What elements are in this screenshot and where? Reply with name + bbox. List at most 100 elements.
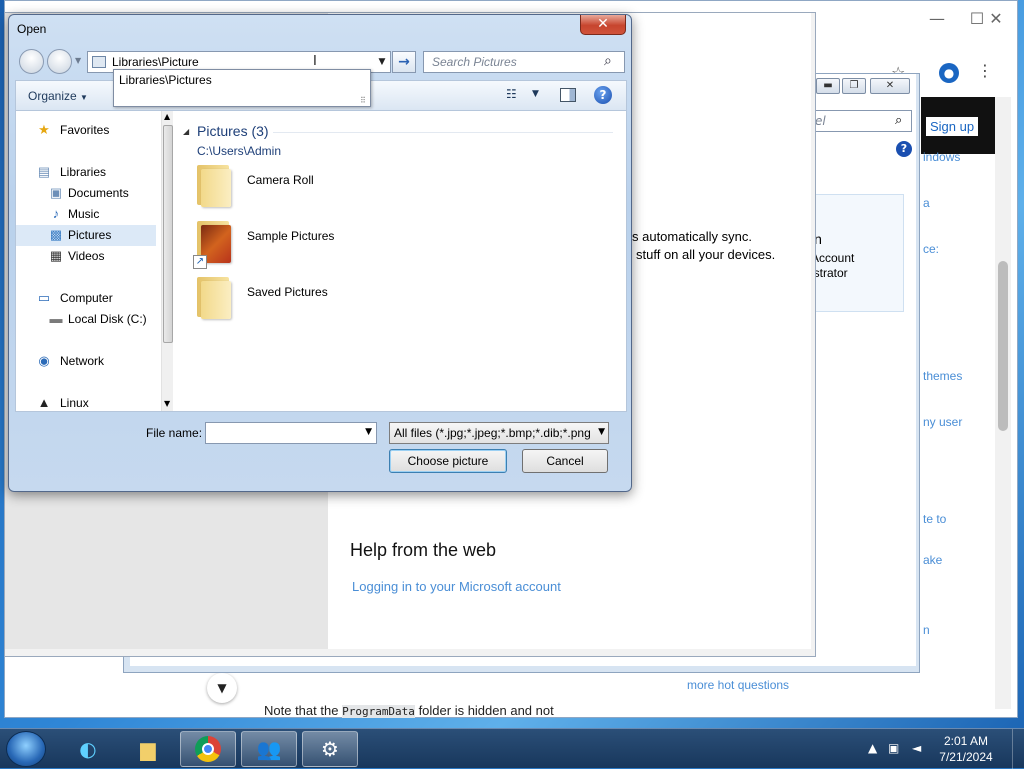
suggestion-item[interactable]: Libraries\Pictures	[119, 73, 212, 87]
nav-scrollbar[interactable]: ▲ ▼	[161, 111, 173, 411]
library-icon	[92, 56, 106, 68]
network-tray-icon[interactable]: ▣	[888, 741, 899, 755]
nav-linux[interactable]: ▲ Linux	[16, 393, 156, 414]
signup-button[interactable]: Sign up	[926, 117, 979, 136]
nav-favorites[interactable]: ★ Favorites	[16, 120, 156, 141]
music-icon: ♪	[52, 206, 60, 221]
scroll-down-icon[interactable]: ▼	[164, 399, 170, 408]
go-button[interactable]: →	[392, 51, 416, 73]
side-link[interactable]: ake	[923, 553, 942, 567]
view-options-icon[interactable]: ☷	[506, 87, 517, 101]
scroll-thumb[interactable]	[163, 125, 173, 343]
linux-icon: ▲	[37, 395, 51, 410]
scroll-up-icon[interactable]: ▲	[164, 112, 170, 121]
resize-grip-icon[interactable]: ⠿	[360, 96, 366, 105]
search-placeholder: Search Pictures	[432, 55, 517, 69]
file-list: ◢ Pictures (3) C:\Users\Admin Camera Rol…	[173, 110, 627, 412]
side-link[interactable]: ny user	[923, 415, 962, 429]
nav-documents[interactable]: ▣ Documents	[16, 183, 156, 204]
search-input[interactable]: Search Pictures ⌕	[423, 51, 625, 73]
cancel-button[interactable]: Cancel	[522, 449, 608, 473]
text-cursor-icon: I	[313, 54, 317, 69]
menu-icon[interactable]: ⋮	[977, 61, 993, 80]
search-icon[interactable]: ⌕	[604, 53, 612, 69]
help-icon[interactable]: ?	[896, 141, 912, 157]
chevron-down-icon[interactable]: ▼	[598, 427, 605, 437]
disk-icon: ▬	[49, 311, 63, 326]
nav-libraries[interactable]: ▤ Libraries	[16, 162, 156, 183]
folder-icon	[195, 163, 233, 207]
address-suggestion[interactable]: Libraries\Pictures ⠿	[113, 69, 371, 107]
help-link[interactable]: Logging in to your Microsoft account	[352, 579, 561, 594]
close-button[interactable]: ✕	[580, 15, 626, 35]
sync-text: s automatically sync.	[632, 229, 752, 244]
documents-icon: ▣	[49, 185, 63, 200]
close-button[interactable]: ✕	[981, 3, 1011, 33]
chevron-down-icon[interactable]: ▼	[532, 89, 539, 99]
nav-videos[interactable]: ▦ Videos	[16, 246, 156, 267]
taskbar: ◐ ▆ 👥 ⚙ ▲ ▣ ◄ 2:01 AM 7/21/2024	[0, 728, 1024, 769]
chevron-down-icon[interactable]: ▼	[373, 53, 391, 71]
network-icon: ◉	[38, 353, 50, 368]
sync-text: stuff on all your devices.	[636, 247, 776, 262]
address-text[interactable]: Libraries\Picture	[112, 55, 199, 69]
chevron-down-icon[interactable]: ▼	[207, 673, 237, 703]
chevron-down-icon[interactable]: ▼	[365, 427, 372, 437]
show-desktop-button[interactable]	[1012, 729, 1024, 769]
signup-banner: Sign up	[921, 97, 995, 154]
help-heading: Help from the web	[350, 540, 497, 560]
profile-icon[interactable]: ●	[939, 63, 959, 83]
minimize-button[interactable]: —	[917, 3, 957, 33]
group-header[interactable]: Pictures (3)	[197, 123, 269, 139]
forward-button[interactable]	[47, 49, 72, 74]
clock[interactable]: 2:01 AM 7/21/2024	[934, 733, 998, 765]
choose-picture-button[interactable]: Choose picture	[389, 449, 507, 473]
search-input[interactable]: el ⌕	[812, 110, 912, 132]
collapse-group-icon[interactable]: ◢	[183, 127, 189, 136]
nav-music[interactable]: ♪ Music	[16, 204, 156, 225]
edge-icon[interactable]: ◐	[60, 731, 116, 767]
help-icon[interactable]: ?	[594, 86, 612, 104]
nav-pictures[interactable]: ▩ Pictures	[16, 225, 156, 246]
side-link[interactable]: indows	[923, 150, 960, 164]
search-icon: ⌕	[895, 113, 903, 128]
open-dialog: Open ✕ ▼ Libraries\Picture I ▼ → Search …	[8, 14, 632, 492]
star-icon: ★	[38, 122, 50, 137]
scroll-thumb[interactable]	[998, 261, 1008, 431]
folder-icon	[195, 275, 233, 319]
organize-button[interactable]: Organize ▼	[28, 89, 88, 103]
side-link[interactable]: ce:	[923, 242, 939, 256]
recent-pages-icon[interactable]: ▼	[75, 56, 81, 65]
more-questions-link[interactable]: more hot questions	[687, 678, 789, 692]
file-item[interactable]: ↗ Sample Pictures	[191, 217, 441, 269]
tray-expand-icon[interactable]: ▲	[868, 741, 877, 755]
minimize-button[interactable]: ▬	[816, 78, 840, 94]
side-link[interactable]: n	[923, 623, 930, 637]
nav-computer[interactable]: ▭ Computer	[16, 288, 156, 309]
account-panel: in Account istrator	[810, 194, 904, 312]
volume-muted-icon[interactable]: ◄	[912, 741, 921, 755]
shortcut-arrow-icon: ↗	[193, 255, 207, 269]
close-button[interactable]: ✕	[870, 78, 910, 94]
nav-network[interactable]: ◉ Network	[16, 351, 156, 372]
file-explorer-icon[interactable]: ▆	[120, 731, 176, 767]
browser-scrollbar[interactable]	[995, 97, 1011, 709]
nav-local-disk[interactable]: ▬ Local Disk (C:)	[16, 309, 156, 330]
file-name-input[interactable]: ▼	[205, 422, 377, 444]
side-link[interactable]: te to	[923, 512, 946, 526]
computer-icon: ▭	[37, 290, 51, 305]
start-button[interactable]	[6, 731, 46, 767]
users-icon[interactable]: 👥	[241, 731, 297, 767]
settings-icon[interactable]: ⚙	[302, 731, 358, 767]
chrome-icon[interactable]	[180, 731, 236, 767]
file-item[interactable]: Camera Roll	[191, 161, 441, 213]
libraries-icon: ▤	[37, 164, 51, 179]
file-type-select[interactable]: All files (*.jpg;*.jpeg;*.bmp;*.dib;*.pn…	[389, 422, 609, 444]
note-text: Note that the ProgramData folder is hidd…	[264, 703, 554, 718]
maximize-button[interactable]: ❐	[842, 78, 866, 94]
file-item[interactable]: Saved Pictures	[191, 273, 441, 325]
side-link[interactable]: themes	[923, 369, 962, 383]
preview-pane-icon[interactable]	[560, 88, 576, 102]
back-button[interactable]	[19, 49, 44, 74]
side-link[interactable]: a	[923, 196, 930, 210]
